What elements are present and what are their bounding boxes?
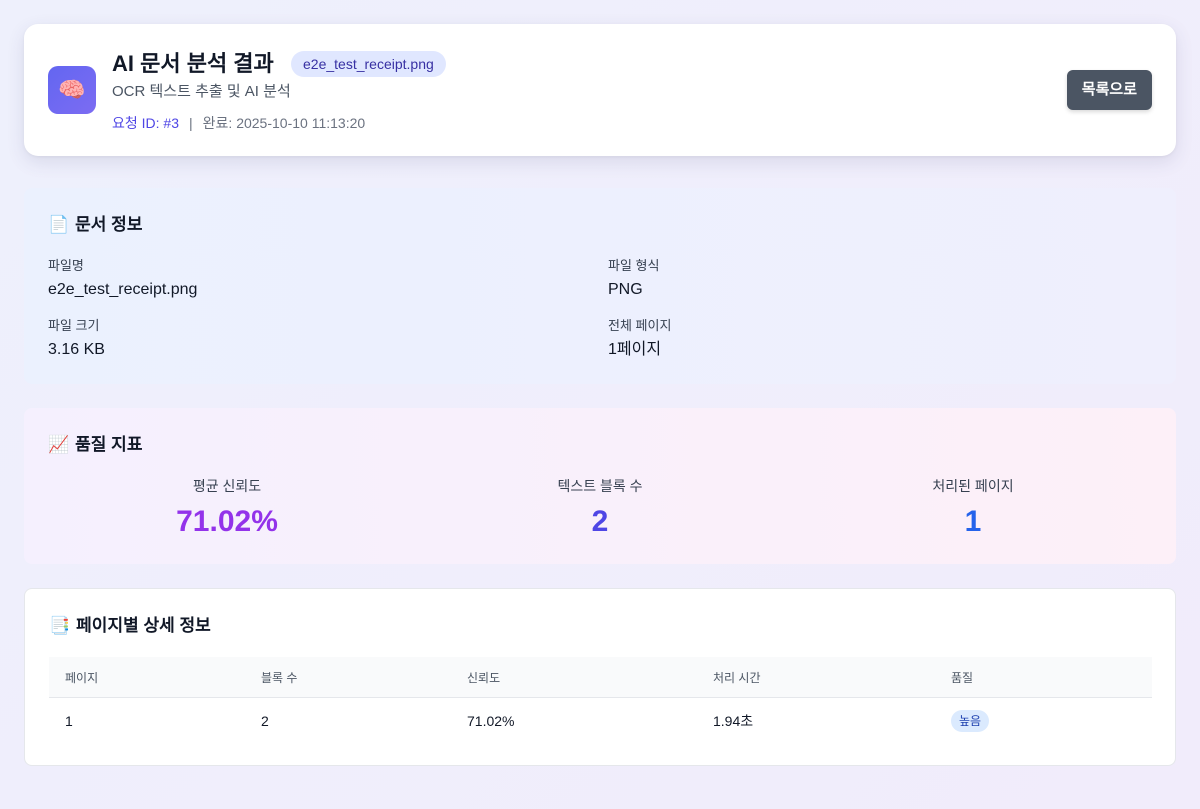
- cell-quality: 높음: [935, 698, 1152, 744]
- metric-processed-pages: 처리된 페이지 1: [785, 476, 1161, 542]
- document-info-card: 📄 문서 정보 파일명 e2e_test_receipt.png 파일 형식 P…: [24, 188, 1176, 384]
- page-details-table: 페이지 블록 수 신뢰도 처리 시간 품질 1 2 71.02% 1.94초 높…: [49, 657, 1152, 743]
- info-value: 1페이지: [608, 341, 662, 358]
- column-header-blocks: 블록 수: [245, 657, 451, 698]
- page-subtitle: OCR 텍스트 추출 및 AI 분석: [112, 83, 291, 100]
- info-label: 전체 페이지: [608, 318, 672, 333]
- info-value: 3.16 KB: [48, 341, 105, 358]
- back-to-list-button[interactable]: 목록으로: [1066, 70, 1152, 110]
- page-icon: 📄: [48, 215, 70, 234]
- page-details-title-text: 페이지별 상세 정보: [76, 616, 211, 635]
- info-value: e2e_test_receipt.png: [48, 281, 198, 298]
- info-value: PNG: [608, 281, 643, 298]
- header-card: 🧠 AI 문서 분석 결과 e2e_test_receipt.png OCR 텍…: [24, 24, 1176, 156]
- quality-metrics-title-text: 품질 지표: [75, 435, 143, 454]
- completed-time: 완료: 2025-10-10 11:13:20: [202, 115, 366, 131]
- filename-badge: e2e_test_receipt.png: [291, 51, 446, 77]
- metric-label: 평균 신뢰도: [192, 478, 262, 494]
- column-header-quality: 품질: [935, 657, 1152, 698]
- info-label: 파일 형식: [608, 258, 660, 273]
- cell-processing-time: 1.94초: [713, 712, 754, 729]
- pages-icon: 📑: [49, 616, 71, 635]
- meta-separator: |: [189, 115, 193, 131]
- quality-badge: 높음: [951, 709, 990, 732]
- quality-metrics-title: 📈 품질 지표: [48, 433, 142, 457]
- info-total-pages: 전체 페이지 1페이지: [608, 317, 671, 361]
- metric-average-confidence: 평균 신뢰도 71.02%: [39, 476, 415, 542]
- page-details-title: 📑 페이지별 상세 정보: [49, 614, 211, 638]
- page: 🧠 AI 문서 분석 결과 e2e_test_receipt.png OCR 텍…: [0, 0, 1200, 809]
- page-details-card: 📑 페이지별 상세 정보 페이지 블록 수 신뢰도 처리 시간 품질 1 2 7…: [24, 588, 1176, 766]
- cell-blocks: 2: [261, 712, 269, 729]
- table-header-row: 페이지 블록 수 신뢰도 처리 시간 품질: [49, 657, 1152, 698]
- info-file-size: 파일 크기 3.16 KB: [48, 317, 105, 361]
- metric-value: 2: [591, 505, 609, 538]
- document-info-title-text: 문서 정보: [75, 215, 143, 234]
- chart-increasing-icon: 📈: [48, 435, 70, 454]
- quality-metrics-card: 📈 품질 지표 평균 신뢰도 71.02% 텍스트 블록 수 2 처리된 페이지…: [24, 408, 1176, 564]
- info-file-format: 파일 형식 PNG: [608, 257, 659, 301]
- column-header-processing-time: 처리 시간: [697, 657, 935, 698]
- metric-label: 처리된 페이지: [932, 478, 1014, 494]
- column-header-page: 페이지: [49, 657, 245, 698]
- metric-label: 텍스트 블록 수: [557, 478, 643, 494]
- page-title: AI 문서 분석 결과: [112, 51, 274, 76]
- metric-value: 71.02%: [176, 505, 278, 538]
- cell-page: 1: [65, 712, 73, 729]
- document-info-title: 📄 문서 정보: [48, 213, 142, 237]
- info-label: 파일 크기: [48, 318, 100, 333]
- cell-confidence: 71.02%: [467, 712, 515, 729]
- column-header-confidence: 신뢰도: [451, 657, 697, 698]
- brain-icon: 🧠: [48, 66, 96, 114]
- info-label: 파일명: [48, 258, 84, 273]
- metric-text-blocks: 텍스트 블록 수 2: [412, 476, 788, 542]
- table-row: 1 2 71.02% 1.94초 높음: [49, 698, 1152, 744]
- request-id: 요청 ID: #3: [112, 115, 180, 131]
- meta-line: 요청 ID: #3 | 완료: 2025-10-10 11:13:20: [112, 113, 365, 133]
- info-filename: 파일명 e2e_test_receipt.png: [48, 257, 197, 301]
- metric-value: 1: [964, 505, 982, 538]
